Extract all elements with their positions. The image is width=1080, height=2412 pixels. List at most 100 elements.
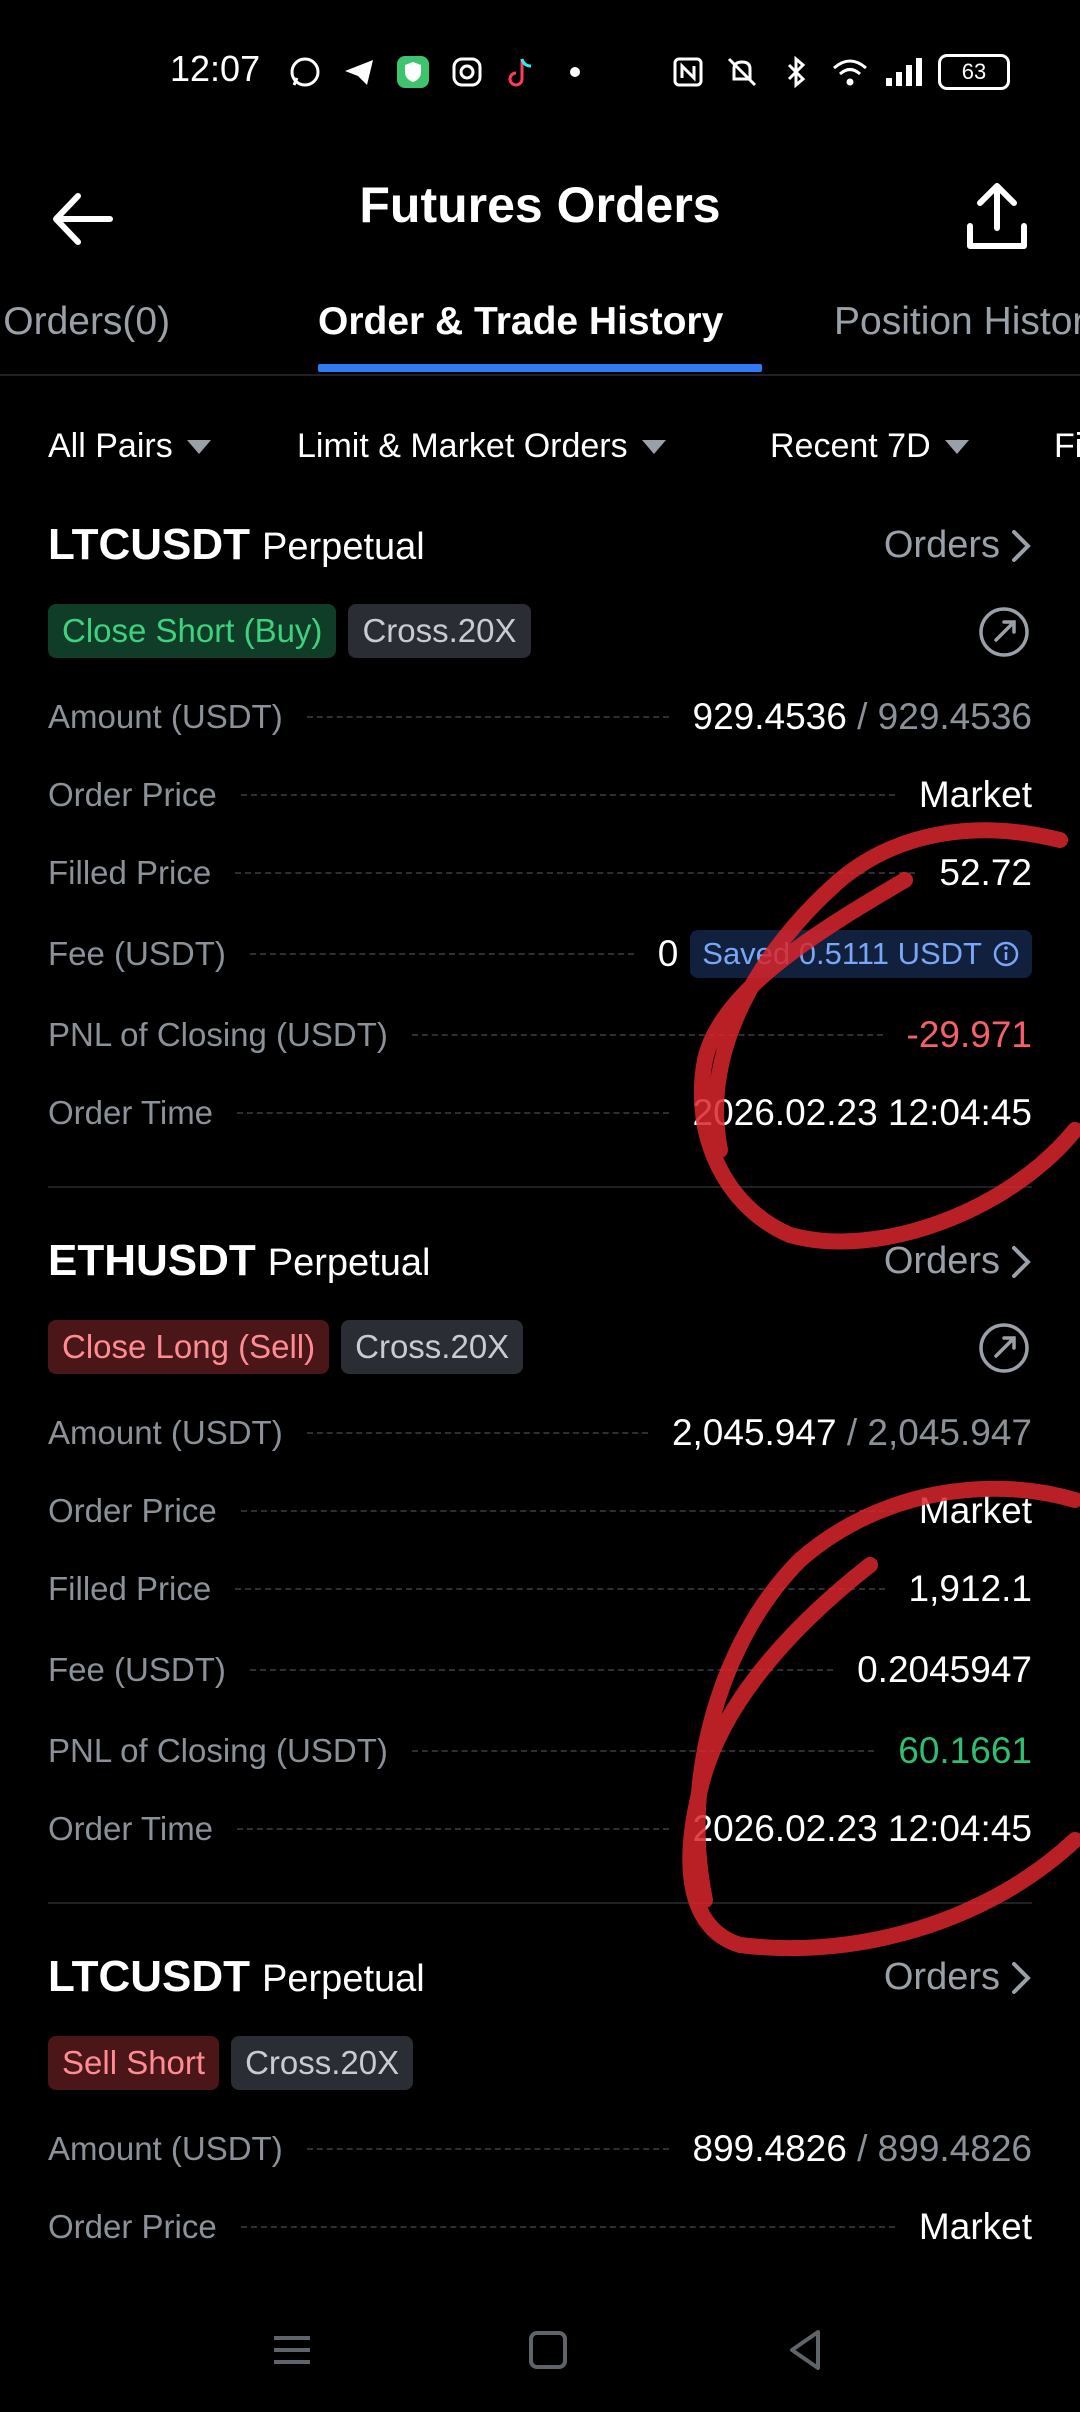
whatsapp-icon [285,52,325,92]
filled-price-label: Filled Price [48,854,212,891]
side-tag: Sell Short [48,2036,220,2090]
export-button[interactable] [962,176,1032,256]
side-tag: Close Long (Sell) [48,1320,330,1374]
active-tab-indicator [318,364,762,372]
system-nav-bar [0,2290,1080,2412]
orders-link-label: Orders [883,1956,1000,1998]
pairs-filter[interactable]: All Pairs [48,427,211,466]
pnl-label: PNL of Closing (USDT) [48,1016,388,1053]
pair-type: Perpetual [267,1242,431,1284]
side-tag: Close Short (Buy) [48,604,337,658]
order-price-row: Order Price Market [48,2197,1032,2257]
order-time-value: 2026.02.23 12:04:45 [692,1092,1033,1133]
caret-down-icon [186,439,211,454]
menu-button[interactable] [262,2320,322,2380]
more-filter[interactable]: Fi [1054,427,1080,466]
status-system-icons: 63 [668,48,1010,96]
filled-price-value: 1,912.1 [908,1568,1032,1609]
shield-app-icon [393,52,433,92]
order-pair: ETHUSDT Perpetual [48,1236,430,1286]
order-price-row: Order Price Market [48,765,1032,825]
fee-label: Fee (USDT) [48,935,226,972]
info-icon [993,941,1019,967]
order-time-label: Order Time [48,1810,214,1847]
tab-position-history[interactable]: Position History [834,300,1080,344]
tiktok-icon [501,52,541,92]
fee-row: Fee (USDT) 0.2045947 [48,1640,1032,1700]
order-time-row: Order Time 2026.02.23 12:04:45 [48,1083,1032,1143]
filled-price-row: Filled Price 52.72 [48,843,1032,903]
chevron-right-icon [1012,529,1031,562]
order-card-header: LTCUSDT Perpetual Orders [48,510,1032,590]
tab-order-trade-history[interactable]: Order & Trade History [318,300,723,344]
pnl-row: PNL of Closing (USDT) 60.1661 [48,1721,1032,1781]
status-bar: 12:07 63 [0,0,1080,140]
chevron-right-icon [1012,1961,1031,1994]
status-notification-icons [285,48,595,96]
back-triangle-icon [790,2330,820,2370]
filled-price-label: Filled Price [48,1570,212,1607]
chevron-right-icon [1012,1245,1031,1278]
order-tags: Close Short (Buy) Cross.20X [48,604,531,658]
order-pair: LTCUSDT Perpetual [48,1952,425,2002]
margin-tag: Cross.20X [348,604,531,658]
orders-link[interactable]: Orders [884,1956,1032,1999]
order-time-value: 2026.02.23 12:04:45 [692,1808,1033,1849]
more-filter-label: Fi [1054,427,1080,465]
order-price-value: Market [918,1490,1032,1531]
amount-row: Amount (USDT) 2,045.947 / 2,045.947 [48,1403,1032,1463]
amount-value: 899.4826 / 899.4826 [692,2128,1033,2169]
order-price-label: Order Price [48,2208,217,2245]
amount-row: Amount (USDT) 929.4536 / 929.4536 [48,687,1032,747]
telegram-icon [339,52,379,92]
order-pair: LTCUSDT Perpetual [48,520,425,570]
caret-down-icon [944,439,969,454]
orders-link[interactable]: Orders [884,1240,1032,1283]
pair-symbol: ETHUSDT [48,1236,256,1285]
tab-open-orders[interactable]: Open Orders(0) [0,300,170,344]
order-price-row: Order Price Market [48,1481,1032,1541]
system-back-button[interactable] [776,2320,836,2380]
order-type-filter-label: Limit & Market Orders [297,427,628,465]
home-icon [529,2331,567,2369]
order-price-value: Market [918,774,1032,815]
pnl-row: PNL of Closing (USDT) -29.971 [48,1005,1032,1065]
order-time-row: Order Time 2026.02.23 12:04:45 [48,1799,1032,1859]
order-tabs: Open Orders(0) Order & Trade History Pos… [0,290,1080,376]
pair-symbol: LTCUSDT [48,1952,251,2001]
pair-type: Perpetual [262,526,425,568]
amount-value: 2,045.947 / 2,045.947 [671,1412,1032,1453]
range-filter[interactable]: Recent 7D [770,427,969,466]
share-order-button[interactable] [976,604,1032,660]
order-type-filter[interactable]: Limit & Market Orders [297,427,666,466]
pair-type: Perpetual [262,1958,425,2000]
caret-down-icon [641,439,666,454]
home-button[interactable] [518,2320,578,2380]
amount-label: Amount (USDT) [48,698,283,735]
amount-row: Amount (USDT) 899.4826 / 899.4826 [48,2119,1032,2179]
amount-label: Amount (USDT) [48,1414,283,1451]
share-order-button[interactable] [976,1320,1032,1376]
filled-price-value: 52.72 [939,852,1032,893]
fee-label: Fee (USDT) [48,1651,226,1688]
pair-symbol: LTCUSDT [48,520,251,569]
order-tags: Close Long (Sell) Cross.20X [48,1320,524,1374]
order-price-value: Market [918,2206,1032,2247]
margin-tag: Cross.20X [231,2036,414,2090]
fee-saved-badge[interactable]: Saved 0.5111 USDT [690,930,1032,978]
bluetooth-icon [776,52,816,92]
orders-link-label: Orders [883,524,1000,566]
filter-bar: All Pairs Limit & Market Orders Recent 7… [0,405,1080,489]
fee-row: Fee (USDT) 0 Saved 0.5111 USDT [48,924,1032,984]
page-title: Futures Orders [359,177,721,233]
mute-icon [722,52,762,92]
order-price-label: Order Price [48,1492,217,1529]
status-time: 12:07 [170,48,261,89]
pairs-filter-label: All Pairs [48,427,173,465]
signal-icon [884,52,924,92]
margin-tag: Cross.20X [341,1320,524,1374]
battery-indicator: 63 [938,54,1010,90]
orders-link[interactable]: Orders [884,524,1032,567]
amount-value: 929.4536 / 929.4536 [692,696,1033,737]
pnl-value: 60.1661 [898,1730,1032,1771]
